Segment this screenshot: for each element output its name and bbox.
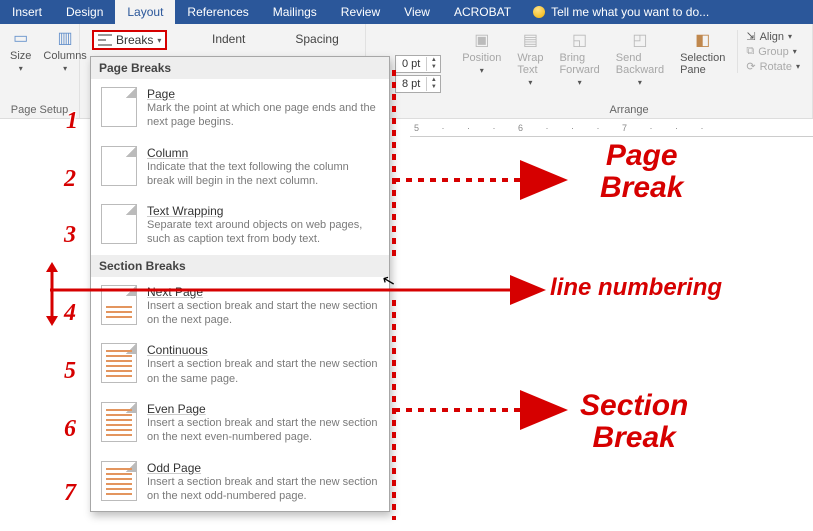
next-page-icon [101, 285, 137, 325]
continuous-icon [101, 343, 137, 383]
annotation-section-break: SectionBreak [580, 390, 688, 453]
annotation-6: 6 [64, 416, 76, 443]
send-backward-icon: ◰ [630, 30, 650, 50]
group-icon: ⧉ [746, 45, 754, 58]
spacing-after-input[interactable]: 8 pt▲▼ [395, 75, 441, 93]
lightbulb-icon [533, 6, 545, 18]
annotation-4: 4 [64, 300, 76, 327]
column-break-item[interactable]: ColumnIndicate that the text following t… [91, 138, 389, 197]
page-size-icon: ▭ [11, 28, 31, 48]
annotation-1: 1 [66, 108, 78, 135]
tell-me-text: Tell me what you want to do... [551, 5, 709, 19]
page-breaks-header: Page Breaks [91, 57, 389, 79]
rotate-icon: ⟳ [746, 60, 755, 73]
breaks-icon [98, 34, 112, 46]
up-arrow-icon[interactable]: ▲ [427, 57, 440, 64]
chevron-down-icon: ▾ [19, 64, 23, 73]
align-icon: ⇲ [746, 30, 755, 43]
tab-design[interactable]: Design [54, 0, 115, 24]
even-page-item[interactable]: Even PageInsert a section break and star… [91, 394, 389, 453]
indent-label: Indent [212, 32, 245, 46]
rotate-button[interactable]: ⟳ Rotate ▾ [746, 60, 800, 73]
columns-icon: ▥ [55, 28, 75, 48]
continuous-item[interactable]: ContinuousInsert a section break and sta… [91, 335, 389, 394]
up-arrow-icon[interactable]: ▲ [427, 77, 440, 84]
spacing-after-value: 8 pt [396, 78, 426, 90]
columns-button[interactable]: ▥ Columns ▾ [39, 28, 90, 73]
bring-forward-button[interactable]: ◱Bring Forward▾ [555, 30, 603, 87]
spacing-label: Spacing [295, 32, 338, 46]
tab-view[interactable]: View [392, 0, 442, 24]
selection-pane-button[interactable]: ◧Selection Pane [676, 30, 729, 76]
breaks-label: Breaks [116, 33, 153, 47]
arrange-group-label: Arrange [452, 102, 806, 116]
even-page-icon [101, 402, 137, 442]
bring-forward-icon: ◱ [570, 30, 590, 50]
spacing-before-input[interactable]: 0 pt▲▼ [395, 55, 441, 73]
horizontal-ruler: 5 · · · 6 · · · 7 · · · [410, 119, 813, 137]
tab-acrobat[interactable]: ACROBAT [442, 0, 523, 24]
annotation-7: 7 [64, 480, 76, 507]
text-wrapping-icon [101, 204, 137, 244]
chevron-down-icon: ▾ [63, 64, 67, 73]
tab-mailings[interactable]: Mailings [261, 0, 329, 24]
arrange-group: ▣Position▾ ▤Wrap Text▾ ◱Bring Forward▾ ◰… [446, 24, 813, 118]
send-backward-button[interactable]: ◰Send Backward▾ [612, 30, 668, 87]
group-button[interactable]: ⧉ Group ▾ [746, 45, 800, 58]
tab-references[interactable]: References [175, 0, 260, 24]
page-setup-group-label: Page Setup [6, 102, 73, 116]
page-setup-group: ▭ Size ▾ ▥ Columns ▾ Page Setup [0, 24, 80, 118]
wrap-text-button[interactable]: ▤Wrap Text▾ [513, 30, 547, 87]
ribbon-tabs: Insert Design Layout References Mailings… [0, 0, 813, 24]
tab-insert[interactable]: Insert [0, 0, 54, 24]
columns-label: Columns [43, 50, 86, 62]
breaks-dropdown: Page Breaks PageMark the point at which … [90, 56, 390, 512]
annotation-line-numbering: line numbering [550, 275, 722, 300]
spacing-before-value: 0 pt [396, 58, 426, 70]
annotation-3: 3 [64, 222, 76, 249]
page-break-item[interactable]: PageMark the point at which one page end… [91, 79, 389, 138]
chevron-down-icon: ▾ [157, 36, 161, 45]
tell-me-search[interactable]: Tell me what you want to do... [523, 0, 813, 24]
size-button[interactable]: ▭ Size ▾ [6, 28, 35, 73]
down-arrow-icon[interactable]: ▼ [427, 84, 440, 91]
wrap-text-icon: ▤ [520, 30, 540, 50]
down-arrow-icon[interactable]: ▼ [427, 64, 440, 71]
tab-review[interactable]: Review [329, 0, 392, 24]
odd-page-icon [101, 461, 137, 501]
align-button[interactable]: ⇲ Align ▾ [746, 30, 800, 43]
next-page-item[interactable]: Next PageInsert a section break and star… [91, 277, 389, 336]
position-button[interactable]: ▣Position▾ [458, 30, 505, 75]
text-wrapping-item[interactable]: Text WrappingSeparate text around object… [91, 196, 389, 255]
annotation-5: 5 [64, 358, 76, 385]
breaks-button[interactable]: Breaks ▾ [92, 30, 167, 50]
page-icon [101, 87, 137, 127]
section-breaks-header: Section Breaks [91, 255, 389, 277]
column-break-icon [101, 146, 137, 186]
odd-page-item[interactable]: Odd PageInsert a section break and start… [91, 453, 389, 512]
tab-layout[interactable]: Layout [115, 0, 175, 24]
position-icon: ▣ [472, 30, 492, 50]
selection-pane-icon: ◧ [693, 30, 713, 50]
annotation-2: 2 [64, 166, 76, 193]
size-label: Size [10, 50, 31, 62]
annotation-page-break: PageBreak [600, 140, 683, 203]
